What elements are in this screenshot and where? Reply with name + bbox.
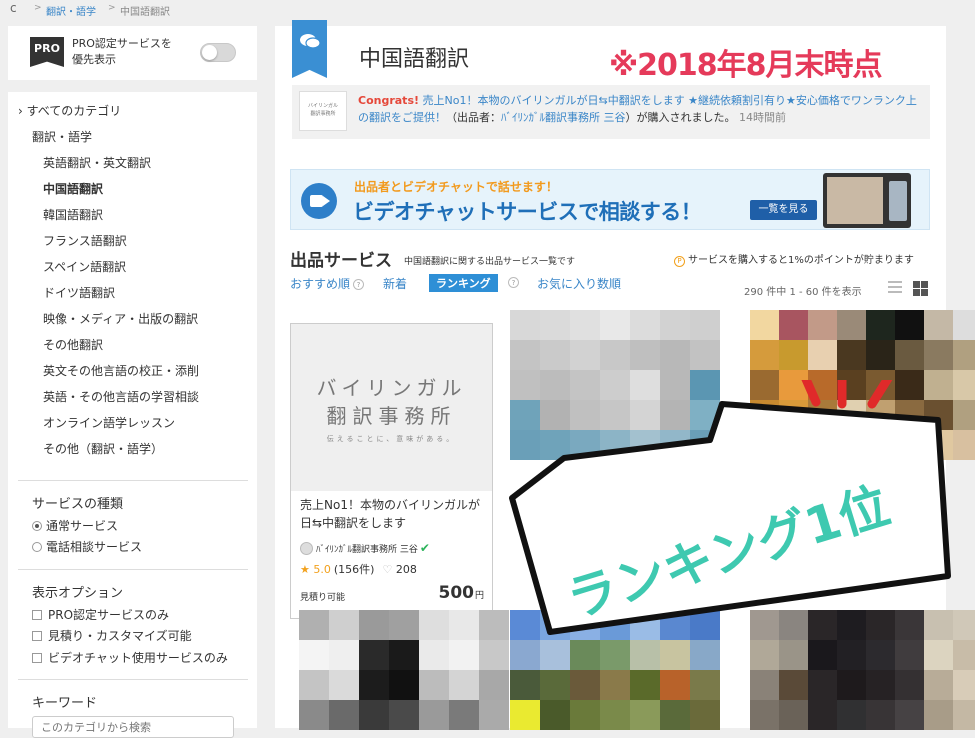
checkbox-pro-only[interactable]: PRO認定サービスのみ	[32, 606, 169, 623]
view-list-button[interactable]: 一覧を見る	[750, 200, 817, 220]
pro-filter-panel: PRO PRO認定サービスを 優先表示	[8, 26, 257, 80]
checkbox-icon[interactable]	[32, 631, 42, 641]
radio-phone-service[interactable]: 電話相談サービス	[32, 538, 142, 555]
ranking-callout: ランキング1位	[490, 359, 975, 640]
chevron-right-icon: >	[34, 3, 42, 13]
breadcrumb: c > 翻訳・語学 > 中国語翻訳	[0, 0, 975, 18]
video-banner-subtitle: 出品者とビデオチャットで話せます！	[354, 180, 558, 194]
rating: ★ 5.0 (156件) ♡ 208	[300, 563, 417, 576]
divider	[18, 679, 248, 680]
category-item[interactable]: その他翻訳	[43, 336, 103, 353]
service-thumbnail[interactable]: バイリンガル 翻訳事務所 伝えることに、意味がある。	[291, 324, 492, 491]
category-item-active[interactable]: 中国語翻訳	[43, 180, 103, 197]
listing-subheading: 中国語翻訳に関する出品サービス一覧です	[404, 257, 576, 267]
pro-badge-icon: PRO	[30, 37, 64, 67]
service-type-heading: サービスの種類	[32, 497, 124, 512]
checkbox-icon[interactable]	[32, 653, 42, 663]
seller-info[interactable]: ﾊﾞｲﾘﾝｶﾞﾙ翻訳事務所 三谷 ✔	[300, 541, 430, 555]
category-item[interactable]: その他（翻訳・語学）	[43, 440, 163, 457]
sort-recommended[interactable]: おすすめ順?	[290, 275, 365, 292]
page-title: 中国語翻訳	[359, 47, 470, 72]
chevron-right-icon: ›	[18, 104, 27, 118]
category-item[interactable]: ドイツ語翻訳	[43, 284, 115, 301]
speech-bubble-shape: ランキング1位	[509, 359, 951, 635]
sort-help[interactable]: ?	[505, 275, 519, 289]
checkbox-video-chat[interactable]: ビデオチャット使用サービスのみ	[32, 649, 228, 666]
blurred-thumbnail[interactable]	[299, 610, 509, 730]
help-icon[interactable]: ?	[508, 277, 519, 288]
pro-toggle[interactable]	[200, 43, 236, 62]
points-note: P サービスを購入すると1%のポイントが貯まります	[674, 251, 914, 267]
keyword-heading: キーワード	[32, 696, 98, 711]
video-chat-banner[interactable]: 出品者とビデオチャットで話せます！ ビデオチャットサービスで相談する！ 一覧を見…	[290, 169, 930, 230]
radio-selected-icon[interactable]	[32, 521, 42, 531]
keyword-search-input[interactable]	[32, 716, 234, 738]
category-sidebar: › すべてのカテゴリ 翻訳・語学 英語翻訳・英文翻訳 中国語翻訳 韓国語翻訳 フ…	[8, 92, 257, 738]
chat-bubble-icon	[300, 34, 321, 49]
divider	[18, 569, 248, 570]
price: 500円	[438, 583, 484, 603]
category-item[interactable]: 英語・その他言語の学習相談	[43, 388, 199, 405]
category-all[interactable]: › すべてのカテゴリ	[18, 102, 121, 119]
points-icon: P	[674, 256, 685, 267]
checkbox-estimate[interactable]: 見積り・カスタマイズ可能	[32, 627, 192, 644]
breadcrumb-current: 中国語翻訳	[120, 7, 170, 18]
congrats-text: Congrats! 売上No1！本物のバイリンガルが日⇆中翻訳をします ★継続依…	[358, 94, 917, 124]
estimate-label: 見積り可能	[300, 593, 346, 603]
category-ribbon	[292, 20, 327, 78]
pro-filter-label: PRO認定サービスを 優先表示	[72, 37, 172, 66]
service-card[interactable]: バイリンガル 翻訳事務所 伝えることに、意味がある。 売上No1！本物のバイリン…	[290, 323, 493, 619]
sort-favorites[interactable]: お気に入り数順	[537, 275, 621, 292]
chevron-right-icon: >	[108, 3, 116, 13]
category-item[interactable]: オンライン語学レッスン	[43, 414, 175, 431]
category-item[interactable]: 韓国語翻訳	[43, 206, 103, 223]
grid-view-icon[interactable]	[913, 281, 928, 296]
result-count: 290 件中 1 - 60 件を表示	[744, 287, 862, 298]
category-parent[interactable]: 翻訳・語学	[32, 128, 92, 145]
emphasis-marks	[797, 359, 897, 409]
congrats-seller-link[interactable]: ﾊﾞｲﾘﾝｶﾞﾙ翻訳事務所 三谷	[501, 111, 626, 124]
checkbox-icon[interactable]	[32, 610, 42, 620]
star-icon: ★	[300, 563, 310, 576]
listing-heading: 出品サービス	[290, 251, 392, 271]
radio-normal-service[interactable]: 通常サービス	[32, 517, 118, 534]
congrats-banner: バイリンガル 翻訳事務所 Congrats! 売上No1！本物のバイリンガルが日…	[292, 85, 930, 139]
video-banner-title: ビデオチャットサービスで相談する！	[353, 200, 702, 224]
avatar	[300, 542, 313, 555]
help-icon[interactable]: ?	[353, 279, 365, 290]
home-icon[interactable]: c	[10, 1, 17, 15]
video-chat-illustration	[823, 173, 911, 228]
display-options-heading: 表示オプション	[32, 586, 124, 601]
category-item[interactable]: 映像・メディア・出版の翻訳	[43, 310, 198, 327]
verified-check-icon: ✔	[419, 541, 430, 555]
category-item[interactable]: フランス語翻訳	[43, 232, 127, 249]
seller-logo[interactable]: バイリンガル 翻訳事務所	[299, 91, 347, 131]
service-title[interactable]: 売上No1！本物のバイリンガルが日⇆中翻訳をします	[300, 496, 486, 532]
category-item[interactable]: 英語翻訳・英文翻訳	[43, 154, 151, 171]
divider	[18, 480, 248, 481]
category-item[interactable]: スペイン語翻訳	[43, 258, 126, 275]
sort-ranking[interactable]: ランキング	[429, 274, 498, 292]
category-item[interactable]: 英文その他言語の校正・添削	[43, 362, 199, 379]
breadcrumb-link[interactable]: 翻訳・語学	[46, 3, 96, 18]
list-view-icon[interactable]	[888, 281, 902, 295]
sort-new[interactable]: 新着	[383, 275, 407, 292]
heart-icon[interactable]: ♡	[382, 563, 392, 576]
radio-icon[interactable]	[32, 542, 42, 552]
date-annotation: ※2018年8月末時点	[609, 48, 883, 83]
video-camera-icon	[301, 183, 337, 219]
